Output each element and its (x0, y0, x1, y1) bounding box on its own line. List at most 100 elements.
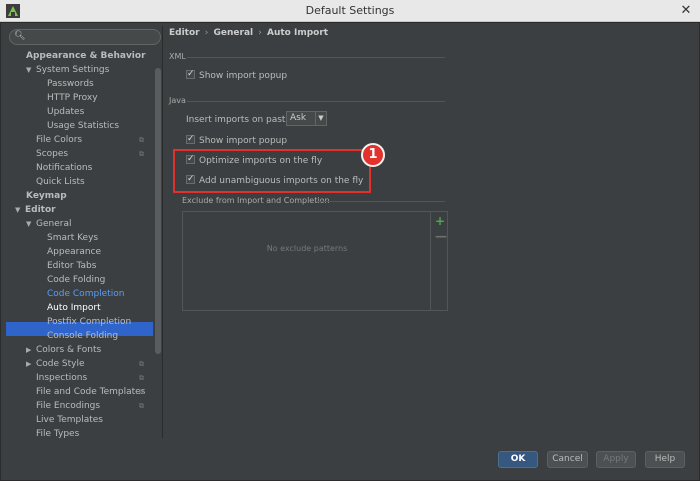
project-settings-icon: ⧉ (139, 136, 144, 144)
tree-item-keymap[interactable]: Keymap (26, 189, 67, 203)
tree-item-label: Appearance & Behavior (26, 51, 146, 61)
tree-item-general[interactable]: ▼ General (26, 217, 71, 231)
tree-item-inspections[interactable]: Inspections (36, 371, 87, 385)
java-section-divider (187, 101, 445, 102)
tree-item-label: Auto Import (47, 303, 101, 313)
tree-item-code-style[interactable]: ▶ Code Style (26, 357, 85, 371)
tree-item-postfix-completion[interactable]: Postfix Completion (47, 315, 131, 329)
tree-item-label: Code Style (36, 359, 85, 369)
tree-item-label: Usage Statistics (47, 121, 120, 131)
expand-arrow-icon[interactable]: ▶ (26, 343, 36, 357)
cancel-button[interactable]: Cancel (547, 451, 588, 468)
tree-item-file-encodings[interactable]: File Encodings (36, 399, 100, 413)
tree-item-quick-lists[interactable]: Quick Lists (36, 175, 85, 189)
exclude-section-label: Exclude from Import and Completion (182, 196, 330, 205)
settings-tree: 🔍︎ Appearance & Behavior ▼ System Setting… (6, 26, 163, 438)
breadcrumb-editor: Editor (169, 28, 200, 38)
chevron-down-icon: ▼ (315, 112, 326, 125)
search-box[interactable]: 🔍︎ (9, 29, 161, 45)
xml-section-label: XML (169, 52, 186, 61)
project-settings-icon: ⧉ (139, 402, 144, 410)
java-show-import-popup-row[interactable]: Show import popup (186, 132, 288, 148)
tree-item-updates[interactable]: Updates (47, 105, 84, 119)
tree-item-label: General (36, 219, 72, 229)
search-input[interactable] (26, 31, 154, 43)
tree-item-label: System Settings (36, 65, 110, 75)
tree-item-label: Scopes (36, 149, 69, 159)
tree-item-file-code-templates[interactable]: File and Code Templates (36, 385, 145, 399)
tree-item-label: Smart Keys (47, 233, 99, 243)
project-settings-icon: ⧉ (139, 150, 144, 158)
breadcrumb-separator: › (204, 28, 209, 38)
tree-item-label: Postfix Completion (47, 317, 132, 327)
expand-arrow-icon[interactable]: ▶ (26, 357, 36, 371)
tree-item-label: File Encodings (36, 401, 101, 411)
tree-item-auto-import[interactable]: Auto Import (47, 301, 101, 315)
tree-item-http-proxy[interactable]: HTTP Proxy (47, 91, 98, 105)
ok-button[interactable]: OK (498, 451, 538, 468)
project-settings-icon: ⧉ (139, 388, 144, 396)
tree-item-label: Appearance (47, 247, 102, 257)
tree-item-file-types[interactable]: File Types (36, 427, 79, 438)
tree-item-label: Editor Tabs (47, 261, 97, 271)
tree-item-scopes[interactable]: Scopes (36, 147, 68, 161)
tree-item-label: File and Code Templates (36, 387, 146, 397)
search-icon: 🔍︎ (14, 31, 26, 41)
expand-arrow-icon[interactable]: ▼ (26, 217, 36, 231)
tree-item-label: Inspections (36, 373, 88, 383)
tree-item-label: Passwords (47, 79, 94, 89)
tree-item-notifications[interactable]: Notifications (36, 161, 92, 175)
tree-item-console-folding[interactable]: Console Folding (47, 329, 118, 343)
xml-show-import-popup-row[interactable]: Show import popup (186, 67, 288, 83)
expand-arrow-icon[interactable]: ▼ (15, 203, 25, 217)
add-icon[interactable]: + (435, 214, 445, 228)
breadcrumb-general: General (213, 28, 254, 38)
breadcrumb-separator: › (258, 28, 262, 38)
tree-item-editor-tabs[interactable]: Editor Tabs (47, 259, 96, 273)
tree-item-appearance-behavior[interactable]: Appearance & Behavior (26, 49, 146, 63)
tree-item-label: Editor (25, 205, 56, 215)
tree-item-label: Updates (47, 107, 85, 117)
breadcrumb-auto-import: Auto Import (267, 28, 329, 38)
tree-item-label: File Types (36, 429, 80, 438)
tree-item-code-folding[interactable]: Code Folding (47, 273, 105, 287)
tree-item-label: Keymap (26, 191, 67, 201)
breadcrumb: Editor › General › Auto Import (169, 28, 328, 38)
java-section-label: Java (169, 96, 186, 105)
tree-scrollbar[interactable] (155, 68, 161, 354)
tree-item-editor[interactable]: ▼ Editor (15, 203, 56, 217)
tree-item-label: Notifications (36, 163, 93, 173)
close-icon[interactable]: ✕ (678, 3, 694, 19)
help-button[interactable]: Help (645, 451, 685, 468)
annotation-badge: 1 (361, 143, 385, 167)
xml-show-import-popup-checkbox[interactable] (186, 67, 195, 81)
java-show-import-popup-checkbox[interactable] (186, 132, 195, 146)
tree-item-file-colors[interactable]: File Colors (36, 133, 82, 147)
tree-item-system-settings[interactable]: ▼ System Settings (26, 63, 109, 77)
tree-item-label: Code Completion (47, 289, 125, 299)
window-title: Default Settings (305, 4, 395, 17)
java-show-import-popup-label: Show import popup (199, 136, 288, 146)
insert-imports-select[interactable]: Ask ▼ (286, 111, 327, 126)
tree-item-label: File Colors (36, 135, 83, 145)
tree-item-passwords[interactable]: Passwords (47, 77, 94, 91)
tree-item-code-completion[interactable]: Code Completion (47, 287, 124, 301)
apply-button[interactable]: Apply (596, 451, 636, 468)
annotation-highlight-box (173, 149, 371, 193)
tree-item-label: Live Templates (36, 415, 103, 425)
remove-icon[interactable]: — (435, 229, 447, 243)
exclude-list[interactable]: No exclude patterns (183, 212, 431, 310)
tree-item-colors-fonts[interactable]: ▶ Colors & Fonts (26, 343, 101, 357)
tree-item-label: Console Folding (47, 331, 119, 341)
tree-item-usage-statistics[interactable]: Usage Statistics (47, 119, 119, 133)
tree-item-appearance[interactable]: Appearance (47, 245, 101, 259)
xml-show-import-popup-label: Show import popup (199, 71, 288, 81)
expand-arrow-icon[interactable]: ▼ (26, 63, 36, 77)
insert-imports-label: Insert imports on paste: (186, 115, 295, 125)
project-settings-icon: ⧉ (139, 374, 144, 382)
title-bar: Default Settings ✕ (0, 0, 700, 22)
settings-window: 🔍︎ Appearance & Behavior ▼ System Setting… (0, 22, 700, 481)
tree-item-smart-keys[interactable]: Smart Keys (47, 231, 98, 245)
exclude-section-divider (316, 201, 445, 202)
tree-item-live-templates[interactable]: Live Templates (36, 413, 103, 427)
